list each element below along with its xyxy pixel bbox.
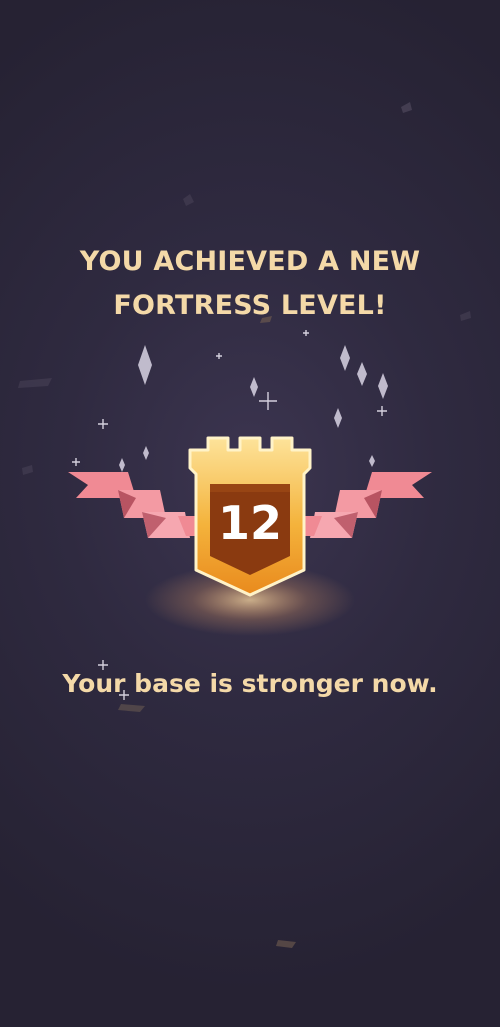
level-number: 12 [217,496,282,550]
achievement-headline: YOU ACHIEVED A NEW FORTRESS LEVEL! [0,240,500,328]
ribbon-left [68,472,200,538]
headline-line-2: FORTRESS LEVEL! [113,290,387,321]
headline-line-1: YOU ACHIEVED A NEW [79,246,421,277]
ribbon-right [300,472,432,538]
subtitle-message: Your base is stronger now. [62,669,438,698]
level-up-screen[interactable]: YOU ACHIEVED A NEW FORTRESS LEVEL! 12 Yo… [0,0,500,1027]
